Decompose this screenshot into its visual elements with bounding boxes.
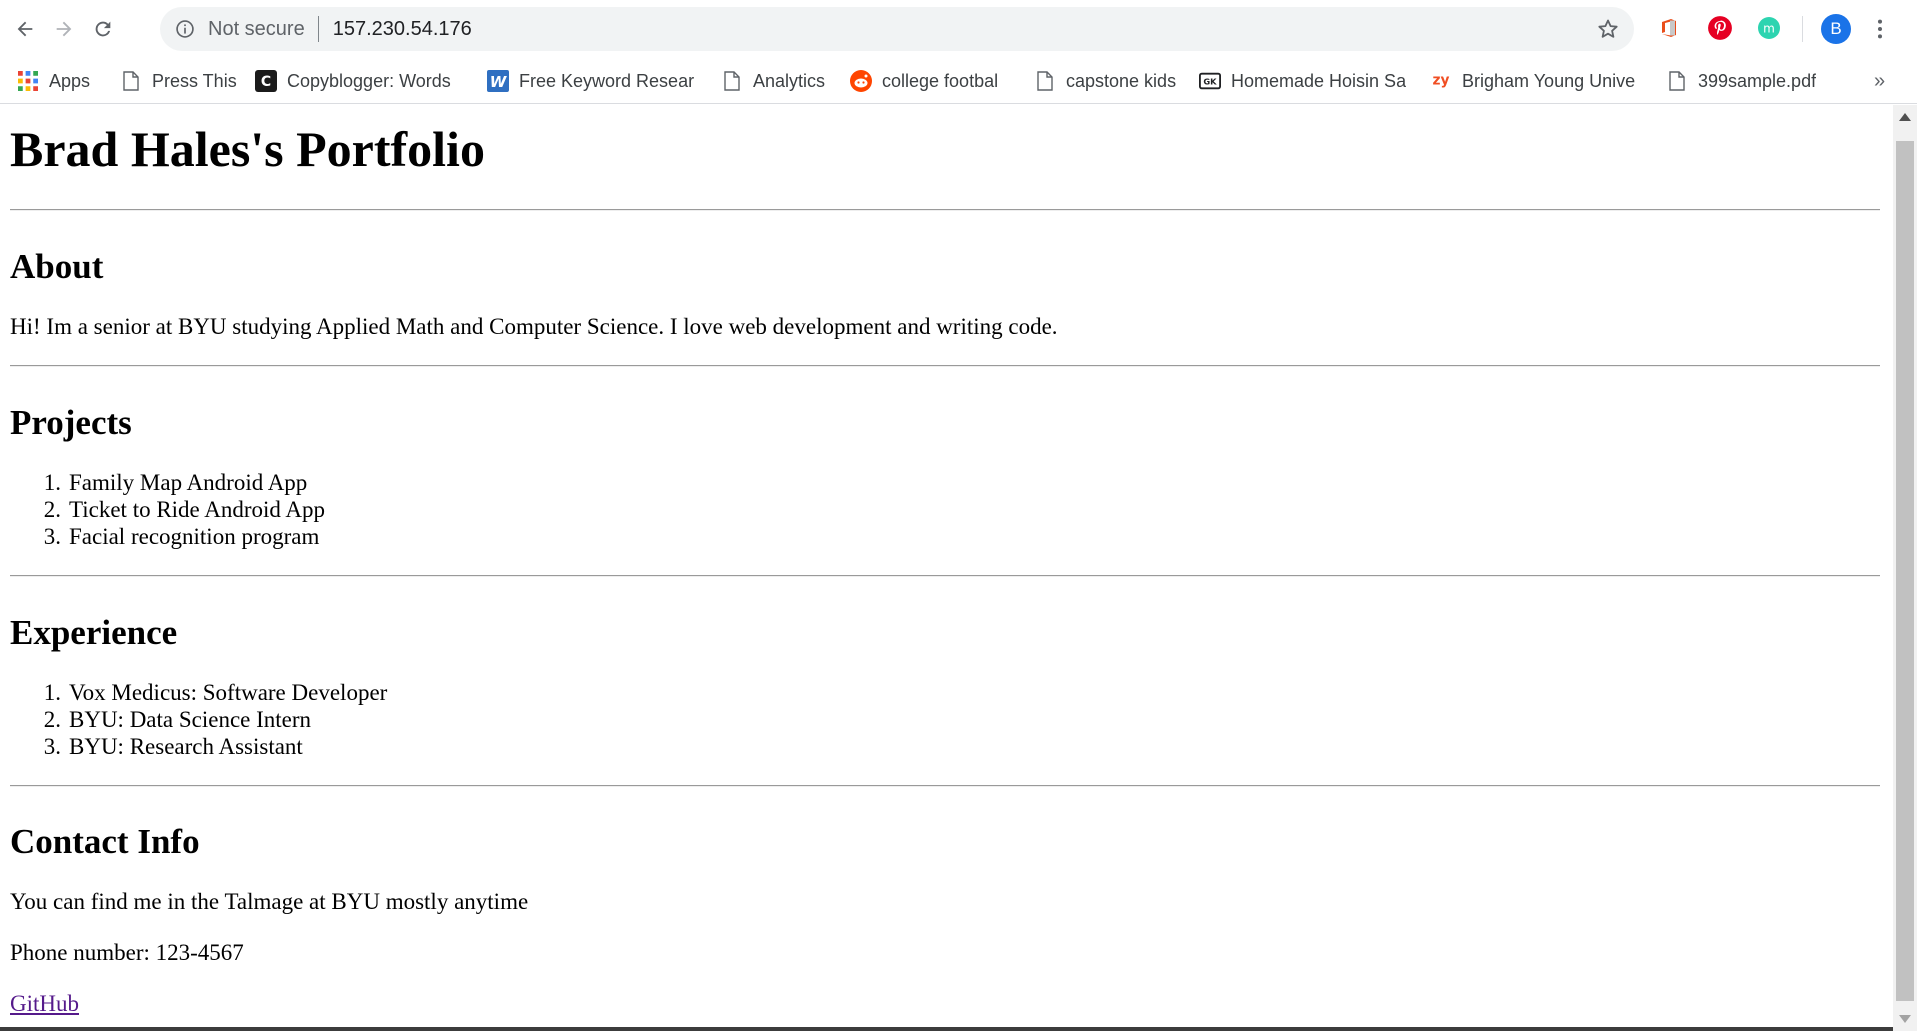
list-item: 2. Ticket to Ride Android App xyxy=(43,497,325,522)
page-icon xyxy=(120,70,142,92)
url-text[interactable]: 157.230.54.176 xyxy=(333,18,472,41)
page-icon xyxy=(721,70,743,92)
list-item: 3. Facial recognition program xyxy=(43,524,320,549)
scrollbar-thumb[interactable] xyxy=(1896,141,1914,1001)
experience-item: BYU: Research Assistant xyxy=(69,734,303,759)
w-logo-icon: W xyxy=(487,70,509,92)
page-icon xyxy=(1666,70,1688,92)
svg-text:m: m xyxy=(1763,22,1775,36)
experience-list: 1. Vox Medicus: Software Developer 2. BYU:… xyxy=(10,679,388,760)
list-item: 3. BYU: Research Assistant xyxy=(43,734,303,759)
bookmark-label: capstone kids xyxy=(1066,70,1177,91)
bookmark-copyblogger[interactable]: C Copyblogger: Words xyxy=(255,67,460,95)
bookmark-label: Free Keyword Resear xyxy=(519,70,694,91)
scroll-up-arrow-icon[interactable] xyxy=(1899,113,1911,121)
reload-button[interactable] xyxy=(86,12,120,46)
about-heading: About xyxy=(10,247,104,286)
menu-dots-icon[interactable] xyxy=(1870,14,1890,44)
arrow-right-icon xyxy=(56,21,72,37)
forward-button[interactable] xyxy=(47,12,81,46)
list-item: 1. Vox Medicus: Software Developer xyxy=(43,680,388,705)
window-bottom-edge xyxy=(0,1027,1893,1031)
omnibox-divider xyxy=(317,16,319,42)
list-item: 2. BYU: Data Science Intern xyxy=(43,707,312,732)
vertical-scrollbar[interactable] xyxy=(1893,105,1917,1031)
bookmarks-bar: Apps Press This C Copyblogger: Words W F… xyxy=(0,58,1917,104)
svg-text:zy: zy xyxy=(1433,73,1450,89)
contact-phone-text: Phone number: 123-4567 xyxy=(10,940,244,965)
contact-location-text: You can find me in the Talmage at BYU mo… xyxy=(10,889,529,914)
bookmark-label: 399sample.pdf xyxy=(1698,70,1817,91)
svg-text:C: C xyxy=(261,74,271,90)
project-item: Facial recognition program xyxy=(69,524,320,549)
profile-avatar[interactable]: B xyxy=(1821,14,1851,44)
scroll-down-arrow-icon[interactable] xyxy=(1899,1015,1911,1023)
bookmark-hoisin-sauce[interactable]: GK Homemade Hoisin Sa xyxy=(1199,67,1406,95)
back-button[interactable] xyxy=(8,12,42,46)
svg-text:W: W xyxy=(490,73,508,91)
bookmark-label: Apps xyxy=(49,70,91,91)
section-divider xyxy=(10,209,1880,211)
github-link[interactable]: GitHub xyxy=(10,990,79,1018)
bookmark-label: Homemade Hoisin Sa xyxy=(1231,70,1406,91)
list-item: 1. Family Map Android App xyxy=(43,470,308,495)
section-divider xyxy=(10,785,1880,787)
about-text: Hi! Im a senior at BYU studying Applied … xyxy=(10,314,1058,339)
reddit-icon xyxy=(850,70,872,92)
security-label[interactable]: Not secure xyxy=(208,18,305,41)
project-item: Ticket to Ride Android App xyxy=(69,497,325,522)
more-bookmarks-chevron-icon[interactable]: » xyxy=(1874,70,1885,93)
apps-grid-icon xyxy=(17,70,39,92)
page-title: Brad Hales's Portfolio xyxy=(10,121,485,177)
bookmark-label: Brigham Young Unive xyxy=(1462,70,1636,91)
page-icon xyxy=(1034,70,1056,92)
bookmark-keyword-research[interactable]: W Free Keyword Resear xyxy=(487,67,694,95)
bookmark-analytics[interactable]: Analytics xyxy=(721,67,825,95)
bookmark-apps[interactable]: Apps xyxy=(17,67,90,95)
info-icon[interactable] xyxy=(174,18,196,40)
experience-item: BYU: Data Science Intern xyxy=(69,707,312,732)
bookmark-label: Press This xyxy=(152,70,237,91)
bookmark-star-icon[interactable] xyxy=(1596,17,1620,41)
page-viewport: Brad Hales's Portfolio About Hi! Im a se… xyxy=(0,105,1893,1031)
contact-heading: Contact Info xyxy=(10,822,200,861)
zy-icon: zy xyxy=(1430,70,1452,92)
project-item: Family Map Android App xyxy=(69,470,308,495)
bookmark-college-football[interactable]: college footbal xyxy=(850,67,998,95)
projects-heading: Projects xyxy=(10,403,132,442)
bookmark-label: college footbal xyxy=(882,70,999,91)
svg-text:GK: GK xyxy=(1203,77,1217,87)
projects-list: 1. Family Map Android App 2. Ticket to Rid… xyxy=(10,469,325,550)
bookmark-capstone-kids[interactable]: capstone kids xyxy=(1034,67,1176,95)
reload-icon xyxy=(95,21,111,37)
browser-toolbar: Not secure 157.230.54.176 m B xyxy=(0,0,1917,58)
copyblogger-icon: C xyxy=(255,70,277,92)
bookmark-399sample-pdf[interactable]: 399sample.pdf xyxy=(1666,67,1816,95)
toolbar-divider xyxy=(1802,16,1803,42)
bookmark-press-this[interactable]: Press This xyxy=(120,67,237,95)
section-divider xyxy=(10,575,1880,577)
pinterest-extension-icon[interactable] xyxy=(1706,14,1734,42)
bookmark-label: Analytics xyxy=(753,70,826,91)
bookmark-byu[interactable]: zy Brigham Young Unive xyxy=(1430,67,1637,95)
address-bar[interactable]: Not secure 157.230.54.176 xyxy=(160,7,1634,51)
office-extension-icon[interactable] xyxy=(1655,14,1683,42)
arrow-left-icon xyxy=(17,21,33,37)
gk-icon: GK xyxy=(1199,70,1221,92)
experience-heading: Experience xyxy=(10,613,178,652)
bookmark-label: Copyblogger: Words xyxy=(287,70,451,91)
experience-item: Vox Medicus: Software Developer xyxy=(69,680,388,705)
grammar-extension-icon[interactable]: m xyxy=(1755,14,1783,42)
section-divider xyxy=(10,365,1880,367)
